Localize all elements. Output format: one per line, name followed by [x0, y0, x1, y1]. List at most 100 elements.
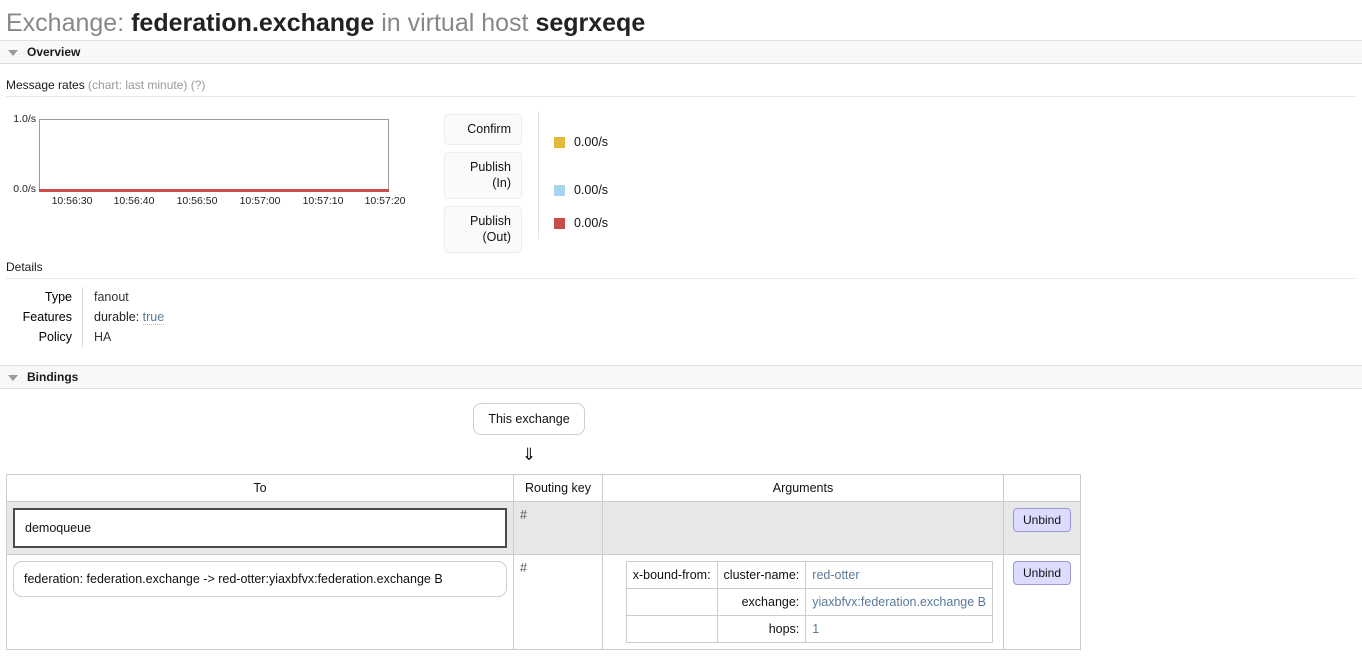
column-header-actions: [1003, 474, 1081, 502]
binding-to-cell: federation: federation.exchange -> red-o…: [6, 554, 514, 650]
argument-row: hops: 1: [625, 615, 993, 643]
legend-value-publish-out: 0.00/s: [574, 216, 609, 230]
bindings-body: This exchange ⇓ To Routing key Arguments…: [0, 389, 1362, 650]
page-title-prefix: Exchange:: [6, 9, 125, 37]
details-key-features: Features: [0, 307, 83, 327]
message-rates-chart: 1.0/s 0.0/s 10:56:30 10:56:40 10:56:50 1…: [6, 111, 406, 231]
argument-row: exchange: yiaxbfvx:federation.exchange B: [625, 588, 993, 616]
message-rates-label: Message rates (chart: last minute) (?): [0, 64, 1362, 96]
legend-item-publish-in: 0.00/s: [554, 164, 608, 216]
bindings-table-header-row: To Routing key Arguments: [6, 474, 1081, 502]
page-title-exchange-name: federation.exchange: [131, 9, 375, 37]
argument-lead-label: x-bound-from:: [625, 561, 718, 589]
chart-plot-area: [39, 119, 389, 190]
destination-exchange-link[interactable]: federation: federation.exchange -> red-o…: [13, 561, 507, 597]
this-exchange-row: This exchange ⇓: [6, 403, 1052, 470]
column-header-arguments: Arguments: [602, 474, 1004, 502]
message-rates-note[interactable]: (chart: last minute) (?): [88, 78, 205, 92]
argument-row: x-bound-from: cluster-name: red-otter: [625, 561, 993, 589]
page-title-mid: in virtual host: [381, 9, 529, 37]
destination-queue-link[interactable]: demoqueue: [13, 508, 507, 548]
column-header-to: To: [6, 474, 514, 502]
section-header-bindings[interactable]: Bindings: [0, 365, 1362, 389]
legend-swatch-publish-out-icon: [554, 217, 565, 229]
this-exchange-chip[interactable]: This exchange: [473, 403, 585, 435]
metric-button-confirm[interactable]: Confirm: [444, 114, 522, 145]
details-value-type: fanout: [94, 290, 129, 304]
legend-item-publish-out: 0.00/s: [554, 216, 608, 230]
argument-value-exchange: yiaxbfvx:federation.exchange B: [805, 588, 993, 616]
binding-action-cell: Unbind: [1003, 554, 1081, 650]
metric-button-publish-out-line1: Publish: [470, 214, 511, 228]
details-row-policy: Policy HA: [0, 327, 164, 347]
bindings-table: To Routing key Arguments demoqueue # Unb…: [6, 474, 1081, 650]
argument-lead-spacer: [625, 588, 718, 616]
metric-button-publish-in[interactable]: Publish (In): [444, 152, 522, 199]
metric-button-publish-in-line2: (In): [492, 176, 511, 190]
table-row: federation: federation.exchange -> red-o…: [6, 554, 1081, 650]
metric-button-publish-out[interactable]: Publish (Out): [444, 206, 522, 253]
y-axis-tick-max: 1.0/s: [13, 113, 36, 125]
legend-swatch-publish-in-icon: [554, 184, 565, 196]
details-key-type: Type: [0, 287, 83, 307]
message-rates-divider: [6, 96, 1356, 97]
details-value-features: durable: true: [83, 307, 165, 327]
binding-arguments-cell: [602, 501, 1004, 555]
legend-swatch-confirm-icon: [554, 136, 565, 148]
metric-button-publish-in-line1: Publish: [470, 160, 511, 174]
legend-item-confirm: 0.00/s: [554, 120, 608, 164]
argument-key-cluster-name: cluster-name:: [716, 561, 807, 589]
x-axis-tick-4: 10:57:10: [302, 195, 344, 207]
argument-value-cluster-name: red-otter: [805, 561, 993, 589]
x-axis-tick-3: 10:57:00: [239, 195, 281, 207]
argument-value-hops: 1: [805, 615, 993, 643]
details-row-type: Type fanout: [0, 287, 164, 307]
double-down-arrow-icon: ⇓: [521, 445, 537, 464]
binding-arguments-table: x-bound-from: cluster-name: red-otter ex…: [625, 561, 993, 643]
argument-lead-spacer: [625, 615, 718, 643]
collapse-triangle-icon[interactable]: [8, 50, 18, 56]
details-row-features: Features durable: true: [0, 307, 165, 327]
page-title: Exchange: federation.exchange in virtual…: [0, 0, 1362, 40]
legend-value-confirm: 0.00/s: [574, 135, 609, 149]
section-header-bindings-label: Bindings: [27, 370, 79, 384]
unbind-button[interactable]: Unbind: [1012, 508, 1072, 532]
chart-legend: 0.00/s 0.00/s 0.00/s: [554, 111, 608, 230]
details-key-policy: Policy: [0, 327, 83, 347]
chart-legend-divider: [538, 111, 539, 239]
x-axis-tick-1: 10:56:40: [113, 195, 155, 207]
table-row: demoqueue # Unbind: [6, 501, 1081, 555]
page-title-vhost: segrxeqe: [535, 9, 646, 37]
y-axis-tick-min: 0.0/s: [13, 183, 36, 195]
details-section: Details Type fanout Features durable: tr…: [0, 260, 1362, 347]
chart-series-publish-out-line: [39, 189, 389, 192]
binding-routing-key-cell: #: [513, 554, 603, 650]
message-rates-title: Message rates: [6, 78, 85, 92]
details-feature-key: durable:: [94, 310, 140, 324]
legend-value-publish-in: 0.00/s: [574, 183, 609, 197]
argument-key-exchange: exchange:: [716, 588, 807, 616]
details-divider: [6, 278, 1356, 279]
x-axis: 10:56:30 10:56:40 10:56:50 10:57:00 10:5…: [6, 195, 406, 209]
message-rates-chart-row: 1.0/s 0.0/s 10:56:30 10:56:40 10:56:50 1…: [0, 111, 1362, 256]
metric-button-confirm-label: Confirm: [467, 122, 511, 136]
details-label: Details: [6, 260, 43, 274]
details-feature-value: true: [142, 310, 165, 325]
x-axis-tick-0: 10:56:30: [51, 195, 93, 207]
details-table: Type fanout Features durable: true Polic…: [0, 287, 165, 347]
x-axis-tick-5: 10:57:20: [364, 195, 406, 207]
section-header-overview[interactable]: Overview: [0, 40, 1362, 64]
metric-button-publish-out-line2: (Out): [482, 230, 511, 244]
x-axis-tick-2: 10:56:50: [176, 195, 218, 207]
binding-arguments-cell: x-bound-from: cluster-name: red-otter ex…: [602, 554, 1004, 650]
binding-to-cell: demoqueue: [6, 501, 514, 555]
binding-action-cell: Unbind: [1003, 501, 1081, 555]
collapse-triangle-icon[interactable]: [8, 375, 18, 381]
binding-routing-key-cell: #: [513, 501, 603, 555]
argument-key-hops: hops:: [716, 615, 807, 643]
metric-buttons: Confirm Publish (In) Publish (Out): [444, 111, 522, 253]
unbind-button[interactable]: Unbind: [1012, 561, 1072, 585]
details-value-policy[interactable]: HA: [83, 327, 165, 347]
section-header-overview-label: Overview: [27, 45, 81, 59]
column-header-routing-key: Routing key: [513, 474, 603, 502]
